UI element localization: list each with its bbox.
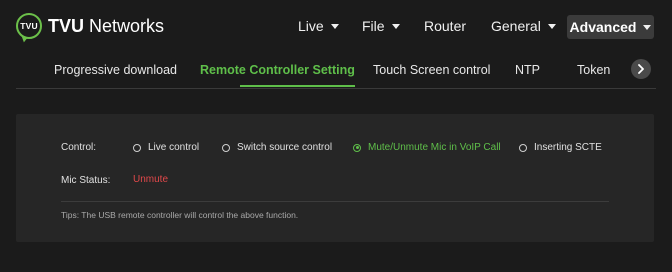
nav-advanced-label: Advanced (569, 19, 637, 35)
radio-unchecked-icon (519, 143, 527, 152)
caret-down-icon (547, 23, 556, 29)
brand-name: TVU Networks (48, 16, 164, 37)
brand-name-bold: TVU (48, 15, 84, 36)
nav-router-label: Router (424, 18, 467, 34)
radio-live-control[interactable]: Live control (133, 142, 199, 153)
radio-unchecked-icon (133, 143, 141, 152)
tab-token[interactable]: Token (577, 63, 610, 77)
brand-name-rest: Networks (84, 15, 165, 36)
nav-file[interactable]: File (362, 18, 400, 34)
radio-switch-source-control[interactable]: Switch source control (222, 142, 332, 153)
radio-live-control-label: Live control (148, 142, 200, 153)
tab-touch-screen-control[interactable]: Touch Screen control (373, 63, 490, 77)
settings-tab-bar: Progressive download Remote Controller S… (16, 54, 656, 89)
tab-ntp[interactable]: NTP (515, 63, 540, 77)
mic-status-label: Mic Status: (61, 175, 111, 186)
chevron-right-icon (638, 64, 644, 74)
nav-live-label: Live (298, 18, 324, 34)
caret-down-icon (330, 23, 339, 29)
tips-text: Tips: The USB remote controller will con… (61, 210, 299, 220)
radio-mute-unmute-mic-label: Mute/Unmute Mic in VoIP Call (368, 142, 501, 153)
brand-logo[interactable]: TVU TVU Networks (16, 13, 164, 39)
radio-unchecked-icon (222, 143, 230, 152)
radio-checked-icon (353, 143, 361, 152)
logo-badge-text: TVU (20, 21, 38, 31)
radio-switch-source-control-label: Switch source control (237, 142, 333, 153)
tabs-next-button[interactable] (631, 59, 651, 79)
tab-progressive-download[interactable]: Progressive download (54, 63, 177, 77)
caret-down-icon (391, 23, 400, 29)
nav-router[interactable]: Router (424, 18, 466, 34)
nav-general-label: General (491, 18, 541, 34)
top-navigation-bar: TVU TVU Networks Live File Router Genera… (0, 0, 672, 54)
tvu-logo-icon: TVU (16, 13, 42, 39)
caret-down-icon (643, 24, 652, 30)
control-label: Control: (61, 142, 97, 153)
active-tab-indicator (240, 85, 355, 87)
remote-controller-panel: Control: Live control Switch source cont… (16, 114, 654, 242)
radio-inserting-scte[interactable]: Inserting SCTE (519, 142, 602, 153)
radio-inserting-scte-label: Inserting SCTE (534, 142, 602, 153)
panel-divider (61, 201, 609, 202)
nav-advanced[interactable]: Advanced (567, 15, 654, 39)
radio-mute-unmute-mic[interactable]: Mute/Unmute Mic in VoIP Call (353, 142, 501, 153)
nav-general[interactable]: General (491, 18, 556, 34)
nav-file-label: File (362, 18, 385, 34)
nav-live[interactable]: Live (298, 18, 339, 34)
tab-remote-controller-setting[interactable]: Remote Controller Setting (200, 63, 355, 77)
mic-status-value: Unmute (133, 174, 169, 185)
